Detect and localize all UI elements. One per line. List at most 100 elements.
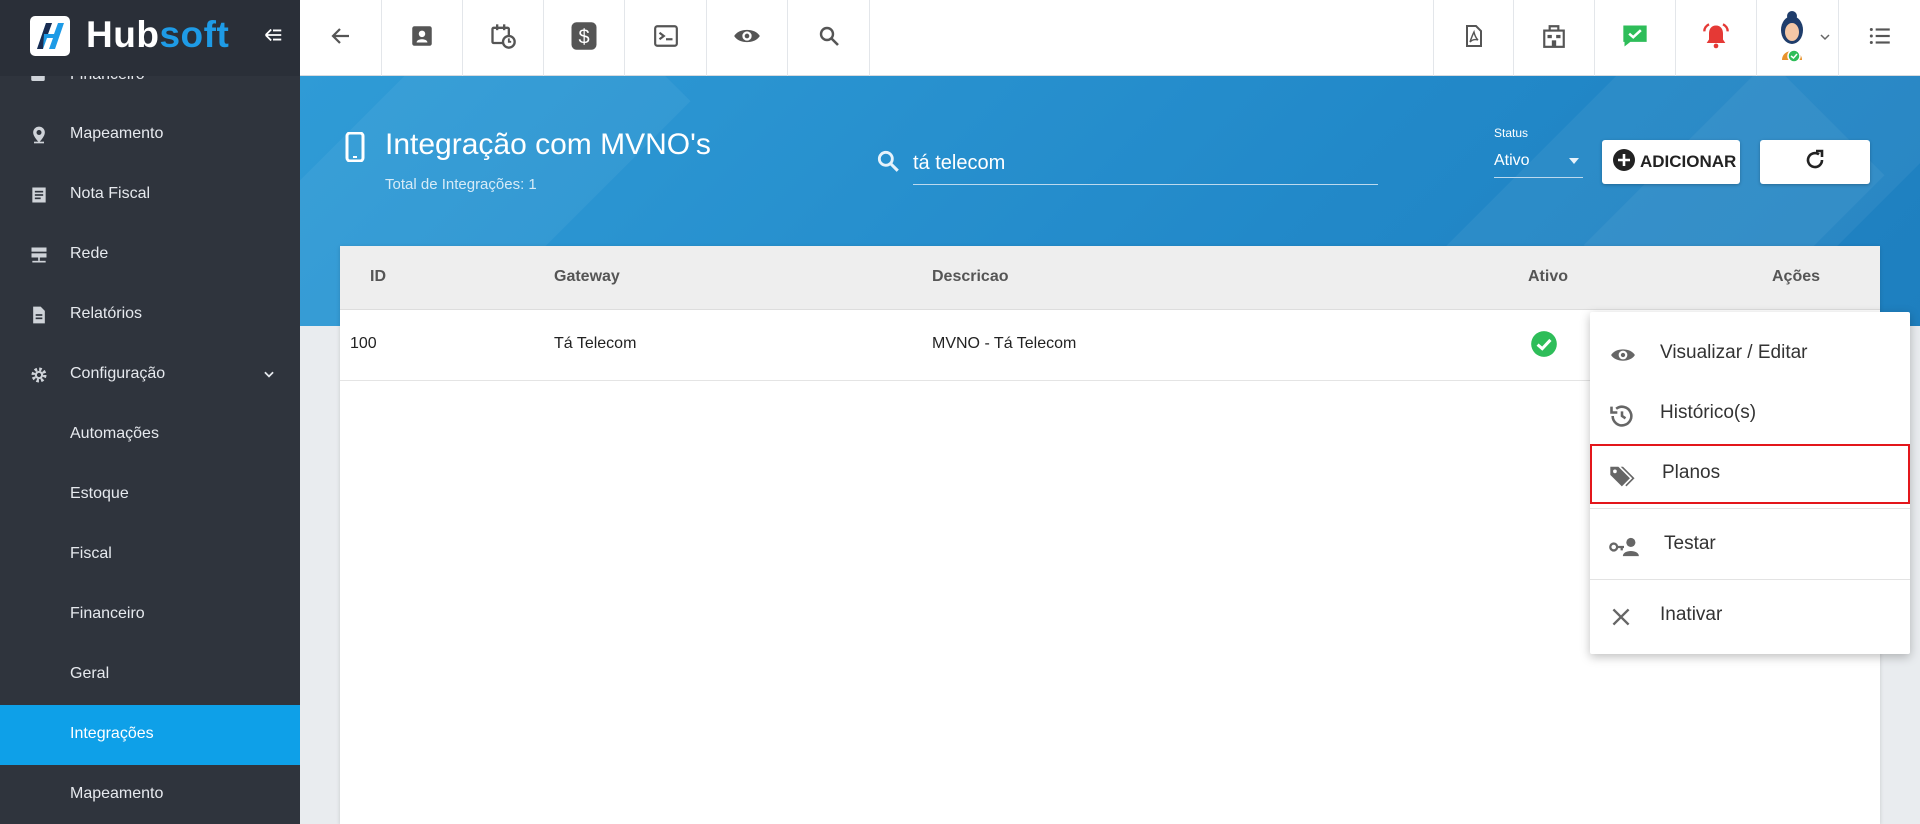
column-header-ativo: Ativo xyxy=(1528,268,1568,285)
sidebar-item-label: Integrações xyxy=(70,725,154,742)
cell-gateway: Tá Telecom xyxy=(554,335,637,352)
avatar xyxy=(1772,8,1812,69)
pdf-button[interactable] xyxy=(1433,0,1514,76)
key-user-icon xyxy=(1608,533,1640,566)
sidebar-item-label: Configuração xyxy=(70,365,166,382)
column-header-gateway: Gateway xyxy=(554,268,620,285)
sidebar-item-rede[interactable]: Rede xyxy=(0,225,300,285)
sidebar-item-automacoes[interactable]: Automações xyxy=(0,405,300,465)
sidebar-item-configuracao[interactable]: Configuração xyxy=(0,345,300,405)
sidebar-item-financeiro-config[interactable]: Financeiro xyxy=(0,585,300,645)
phone-icon xyxy=(345,131,365,167)
status-filter-select[interactable]: Ativo xyxy=(1494,148,1583,178)
caret-down-icon xyxy=(1569,158,1579,164)
sidebar-item-fiscal[interactable]: Fiscal xyxy=(0,525,300,585)
sidebar-item-label: Mapeamento xyxy=(70,125,164,142)
sidebar-item-nota-fiscal[interactable]: Nota Fiscal xyxy=(0,165,300,225)
sidebar-item-label: Fiscal xyxy=(70,545,112,562)
sidebar-item-label: Financeiro xyxy=(70,605,145,622)
schedule-button[interactable] xyxy=(463,0,544,76)
tasks-button[interactable] xyxy=(1595,0,1676,76)
chevron-down-icon xyxy=(1819,30,1831,48)
add-button[interactable]: ADICIONAR xyxy=(1602,140,1740,184)
sidebar-item-mapeamento[interactable]: Mapeamento xyxy=(0,105,300,165)
arrow-left-icon xyxy=(329,24,353,53)
terminal-button[interactable] xyxy=(625,0,707,76)
document-icon xyxy=(29,305,49,325)
eye-icon xyxy=(733,22,761,55)
menu-item-label: Histórico(s) xyxy=(1660,402,1757,423)
sidebar-item-label: Rede xyxy=(70,245,109,262)
logo-bar: Hubsoft xyxy=(0,0,300,76)
column-header-descricao: Descricao xyxy=(932,268,1009,285)
row-actions-menu: Visualizar / Editar Histórico(s) Planos … xyxy=(1590,312,1910,654)
table-header: ID Gateway Descricao Ativo Ações xyxy=(340,246,1880,310)
building-icon xyxy=(1541,23,1567,54)
refresh-icon xyxy=(1803,148,1827,177)
alarm-bell-icon xyxy=(1702,22,1730,55)
sidebar: Hubsoft Financeiro Mapeamento Nota Fisca… xyxy=(0,0,300,824)
status-filter-label: Status xyxy=(1494,126,1529,140)
menu-divider xyxy=(1590,508,1910,509)
collapse-sidebar-icon[interactable] xyxy=(262,24,284,51)
status-filter-value: Ativo xyxy=(1494,152,1530,169)
svg-text:$: $ xyxy=(578,26,589,48)
search-input[interactable] xyxy=(913,143,1378,185)
contact-card-icon xyxy=(409,23,435,54)
sidebar-item-integracoes[interactable]: Integrações xyxy=(0,705,300,765)
menu-item-label: Planos xyxy=(1662,462,1721,483)
list-menu-icon xyxy=(1867,23,1893,54)
gear-icon xyxy=(29,365,49,385)
menu-item-planos[interactable]: Planos xyxy=(1590,444,1910,504)
top-toolbar: $ xyxy=(300,0,1920,76)
dollar-icon: $ xyxy=(569,21,599,56)
history-icon xyxy=(1608,402,1636,435)
cell-id: 100 xyxy=(350,335,377,352)
pdf-file-icon xyxy=(1462,23,1486,54)
menu-item-label: Testar xyxy=(1664,533,1716,554)
menu-item-historicos[interactable]: Histórico(s) xyxy=(1590,384,1910,444)
menu-list-button[interactable] xyxy=(1839,0,1920,76)
chevron-down-icon xyxy=(262,367,276,386)
sidebar-item-label: Nota Fiscal xyxy=(70,185,151,202)
menu-item-label: Visualizar / Editar xyxy=(1660,342,1808,363)
menu-item-visualizar-editar[interactable]: Visualizar / Editar xyxy=(1590,324,1910,384)
terminal-icon xyxy=(653,23,679,54)
view-button[interactable] xyxy=(707,0,788,76)
menu-item-inativar[interactable]: Inativar xyxy=(1590,586,1910,646)
sidebar-item-relatorios[interactable]: Relatórios xyxy=(0,285,300,345)
page-title: Integração com MVNO's xyxy=(385,128,711,161)
building-button[interactable] xyxy=(1514,0,1595,76)
sidebar-item-label: Geral xyxy=(70,665,110,682)
brand-logo-icon xyxy=(30,16,70,56)
billing-button[interactable]: $ xyxy=(544,0,625,76)
column-header-acoes: Ações xyxy=(1772,268,1821,285)
sidebar-item-label: Relatórios xyxy=(70,305,143,322)
contacts-button[interactable] xyxy=(382,0,463,76)
alarms-button[interactable] xyxy=(1676,0,1757,76)
page-subtitle: Total de Integrações: 1 xyxy=(385,176,537,193)
search-button[interactable] xyxy=(788,0,870,76)
check-circle-icon xyxy=(1530,330,1558,363)
tags-icon xyxy=(1608,462,1638,495)
plus-circle-icon xyxy=(1612,148,1636,177)
sidebar-item-geral[interactable]: Geral xyxy=(0,645,300,705)
cell-descricao: MVNO - Tá Telecom xyxy=(932,335,1077,352)
refresh-button[interactable] xyxy=(1760,140,1870,184)
sidebar-item-label: Automações xyxy=(70,425,159,442)
eye-icon xyxy=(1608,342,1638,373)
sidebar-item-label: Mapeamento xyxy=(70,785,164,802)
network-icon xyxy=(29,245,49,265)
sidebar-item-estoque[interactable]: Estoque xyxy=(0,465,300,525)
search-icon xyxy=(875,148,901,179)
menu-divider xyxy=(1590,579,1910,580)
receipt-icon xyxy=(29,185,49,205)
check-chat-icon xyxy=(1621,22,1649,55)
user-menu-button[interactable] xyxy=(1757,0,1839,76)
calendar-clock-icon xyxy=(489,22,517,55)
back-button[interactable] xyxy=(300,0,382,76)
brand-name: Hubsoft xyxy=(86,14,230,55)
sidebar-item-mapeamento-config[interactable]: Mapeamento xyxy=(0,765,300,824)
map-pin-icon xyxy=(29,125,49,145)
menu-item-testar[interactable]: Testar xyxy=(1590,515,1910,575)
